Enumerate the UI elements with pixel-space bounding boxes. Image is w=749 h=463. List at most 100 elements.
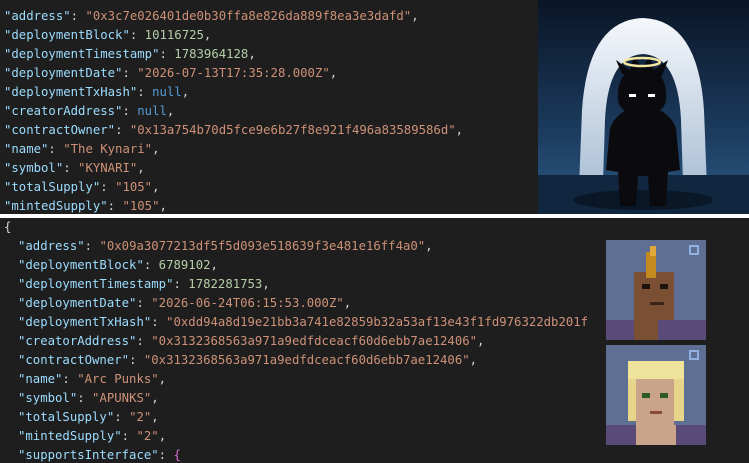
json-line: "totalSupply": "105", — [4, 178, 160, 197]
json-comma: , — [158, 372, 167, 386]
json-value: "0x3c7e026401de0b30ffa8e826da889f8ea3e3d… — [85, 9, 412, 23]
json-value: "0x13a754b70d5fce9e6b27f8e921f496a835895… — [129, 123, 456, 137]
json-comma: , — [152, 142, 160, 156]
json-colon: : — [63, 161, 79, 175]
json-colon: : — [122, 104, 138, 118]
json-colon: : — [114, 410, 130, 424]
json-key: "creatorAddress" — [4, 104, 123, 118]
json-key: "totalSupply" — [4, 180, 101, 194]
json-colon: : — [100, 180, 116, 194]
top-json-pane: "address": "0x3c7e026401de0b30ffa8e826da… — [0, 0, 538, 214]
json-value: "0x09a3077213df5f5d093e518639f3e481e16ff… — [99, 239, 426, 253]
json-comma: , — [151, 410, 159, 424]
json-key: "deploymentTimestamp" — [18, 277, 174, 291]
json-key: "symbol" — [4, 161, 64, 175]
json-line: "name": "Arc Punks", — [18, 370, 166, 389]
json-comma: , — [469, 353, 478, 367]
json-comma: , — [477, 334, 485, 348]
json-key: "deploymentTxHash" — [4, 85, 138, 99]
json-line: "mintedSupply": "2", — [18, 427, 166, 446]
json-colon: : — [121, 429, 137, 443]
json-comma: , — [248, 47, 256, 61]
json-value: "Arc Punks" — [77, 372, 159, 386]
json-colon: : — [136, 334, 152, 348]
json-colon: : — [158, 448, 174, 462]
json-key: "totalSupply" — [18, 410, 115, 424]
json-key: "deploymentTxHash" — [18, 315, 152, 329]
json-value: 1782281753 — [188, 277, 263, 291]
json-key: "mintedSupply" — [4, 199, 108, 213]
json-colon: : — [159, 47, 175, 61]
arc-punk-blonde-image — [606, 345, 706, 445]
json-colon: : — [84, 239, 100, 253]
json-line: "deploymentTimestamp": 1782281753, — [18, 275, 270, 294]
json-line: "deploymentBlock": 6789102, — [18, 256, 218, 275]
json-line: "creatorAddress": null, — [4, 102, 174, 121]
json-line: "contractOwner": "0x3132368563a971a9edfd… — [18, 351, 477, 370]
json-colon: : — [151, 315, 167, 329]
json-comma: , — [262, 277, 270, 291]
kynari-silhouette-image — [538, 0, 749, 214]
json-value: "2026-06-24T06:15:53.000Z" — [151, 296, 344, 310]
json-key: "contractOwner" — [18, 353, 130, 367]
json-line: "deploymentTxHash": null, — [4, 83, 189, 102]
json-key: "name" — [18, 372, 63, 386]
json-value: "2" — [129, 410, 152, 424]
json-value: null — [152, 85, 182, 99]
json-value: "2" — [136, 429, 159, 443]
json-colon: : — [48, 142, 64, 156]
json-line: "supportsInterface": { — [18, 446, 181, 463]
json-value: "The Kynari" — [63, 142, 153, 156]
json-comma: , — [411, 9, 419, 23]
json-comma: , — [343, 296, 352, 310]
json-colon: : — [70, 9, 86, 23]
json-line: "totalSupply": "2", — [18, 408, 159, 427]
json-value: "105" — [115, 180, 153, 194]
json-comma: , — [329, 66, 338, 80]
json-colon: : — [122, 66, 138, 80]
json-value: 1783964128 — [174, 47, 249, 61]
json-line: "symbol": "APUNKS", — [18, 389, 159, 408]
json-value: null — [137, 104, 167, 118]
json-colon: : — [129, 353, 144, 367]
json-comma: , — [210, 258, 218, 272]
json-colon: : — [115, 123, 130, 137]
json-value: 10116725 — [144, 28, 204, 42]
json-colon: : — [173, 277, 189, 291]
json-key: "name" — [4, 142, 49, 156]
json-comma: , — [181, 85, 190, 99]
json-line: "deploymentDate": "2026-06-24T06:15:53.0… — [18, 294, 351, 313]
json-value: 6789102 — [158, 258, 211, 272]
json-key: "address" — [4, 9, 71, 23]
json-comma: , — [203, 28, 212, 42]
json-comma: , — [455, 123, 464, 137]
json-value: "KYNARI" — [78, 161, 138, 175]
json-key: "mintedSupply" — [18, 429, 122, 443]
json-line: "contractOwner": "0x13a754b70d5fce9e6b27… — [4, 121, 463, 140]
json-key: "contractOwner" — [4, 123, 116, 137]
json-value: "0x3132368563a971a9edfdceacf60d6ebb7ae12… — [143, 353, 470, 367]
json-line: "creatorAddress": "0x3132368563a971a9edf… — [18, 332, 484, 351]
json-comma: , — [159, 199, 167, 213]
kynari-artwork — [538, 0, 749, 214]
json-key: "creatorAddress" — [18, 334, 137, 348]
json-colon: : — [136, 296, 152, 310]
json-line: "deploymentBlock": 10116725, — [4, 26, 211, 45]
json-comma: , — [166, 104, 175, 118]
json-line: "name": "The Kynari", — [4, 140, 159, 159]
json-line: "deploymentDate": "2026-07-13T17:35:28.0… — [4, 64, 337, 83]
json-line: "symbol": "KYNARI", — [4, 159, 145, 178]
json-line: "deploymentTimestamp": 1783964128, — [4, 45, 256, 64]
arc-punk-1-artwork — [606, 240, 706, 340]
json-line: "address": "0x09a3077213df5f5d093e518639… — [18, 237, 433, 256]
arc-punk-2-artwork — [606, 345, 706, 445]
json-comma: , — [152, 180, 160, 194]
json-value: "105" — [122, 199, 160, 213]
json-colon: : — [137, 85, 153, 99]
json-colon: : — [143, 258, 159, 272]
json-value: "0x3132368563a971a9edfdceacf60d6ebb7ae12… — [151, 334, 478, 348]
json-value: { — [173, 448, 181, 462]
json-key: "deploymentTimestamp" — [4, 47, 160, 61]
json-comma: , — [425, 239, 433, 253]
json-comma: , — [158, 429, 167, 443]
